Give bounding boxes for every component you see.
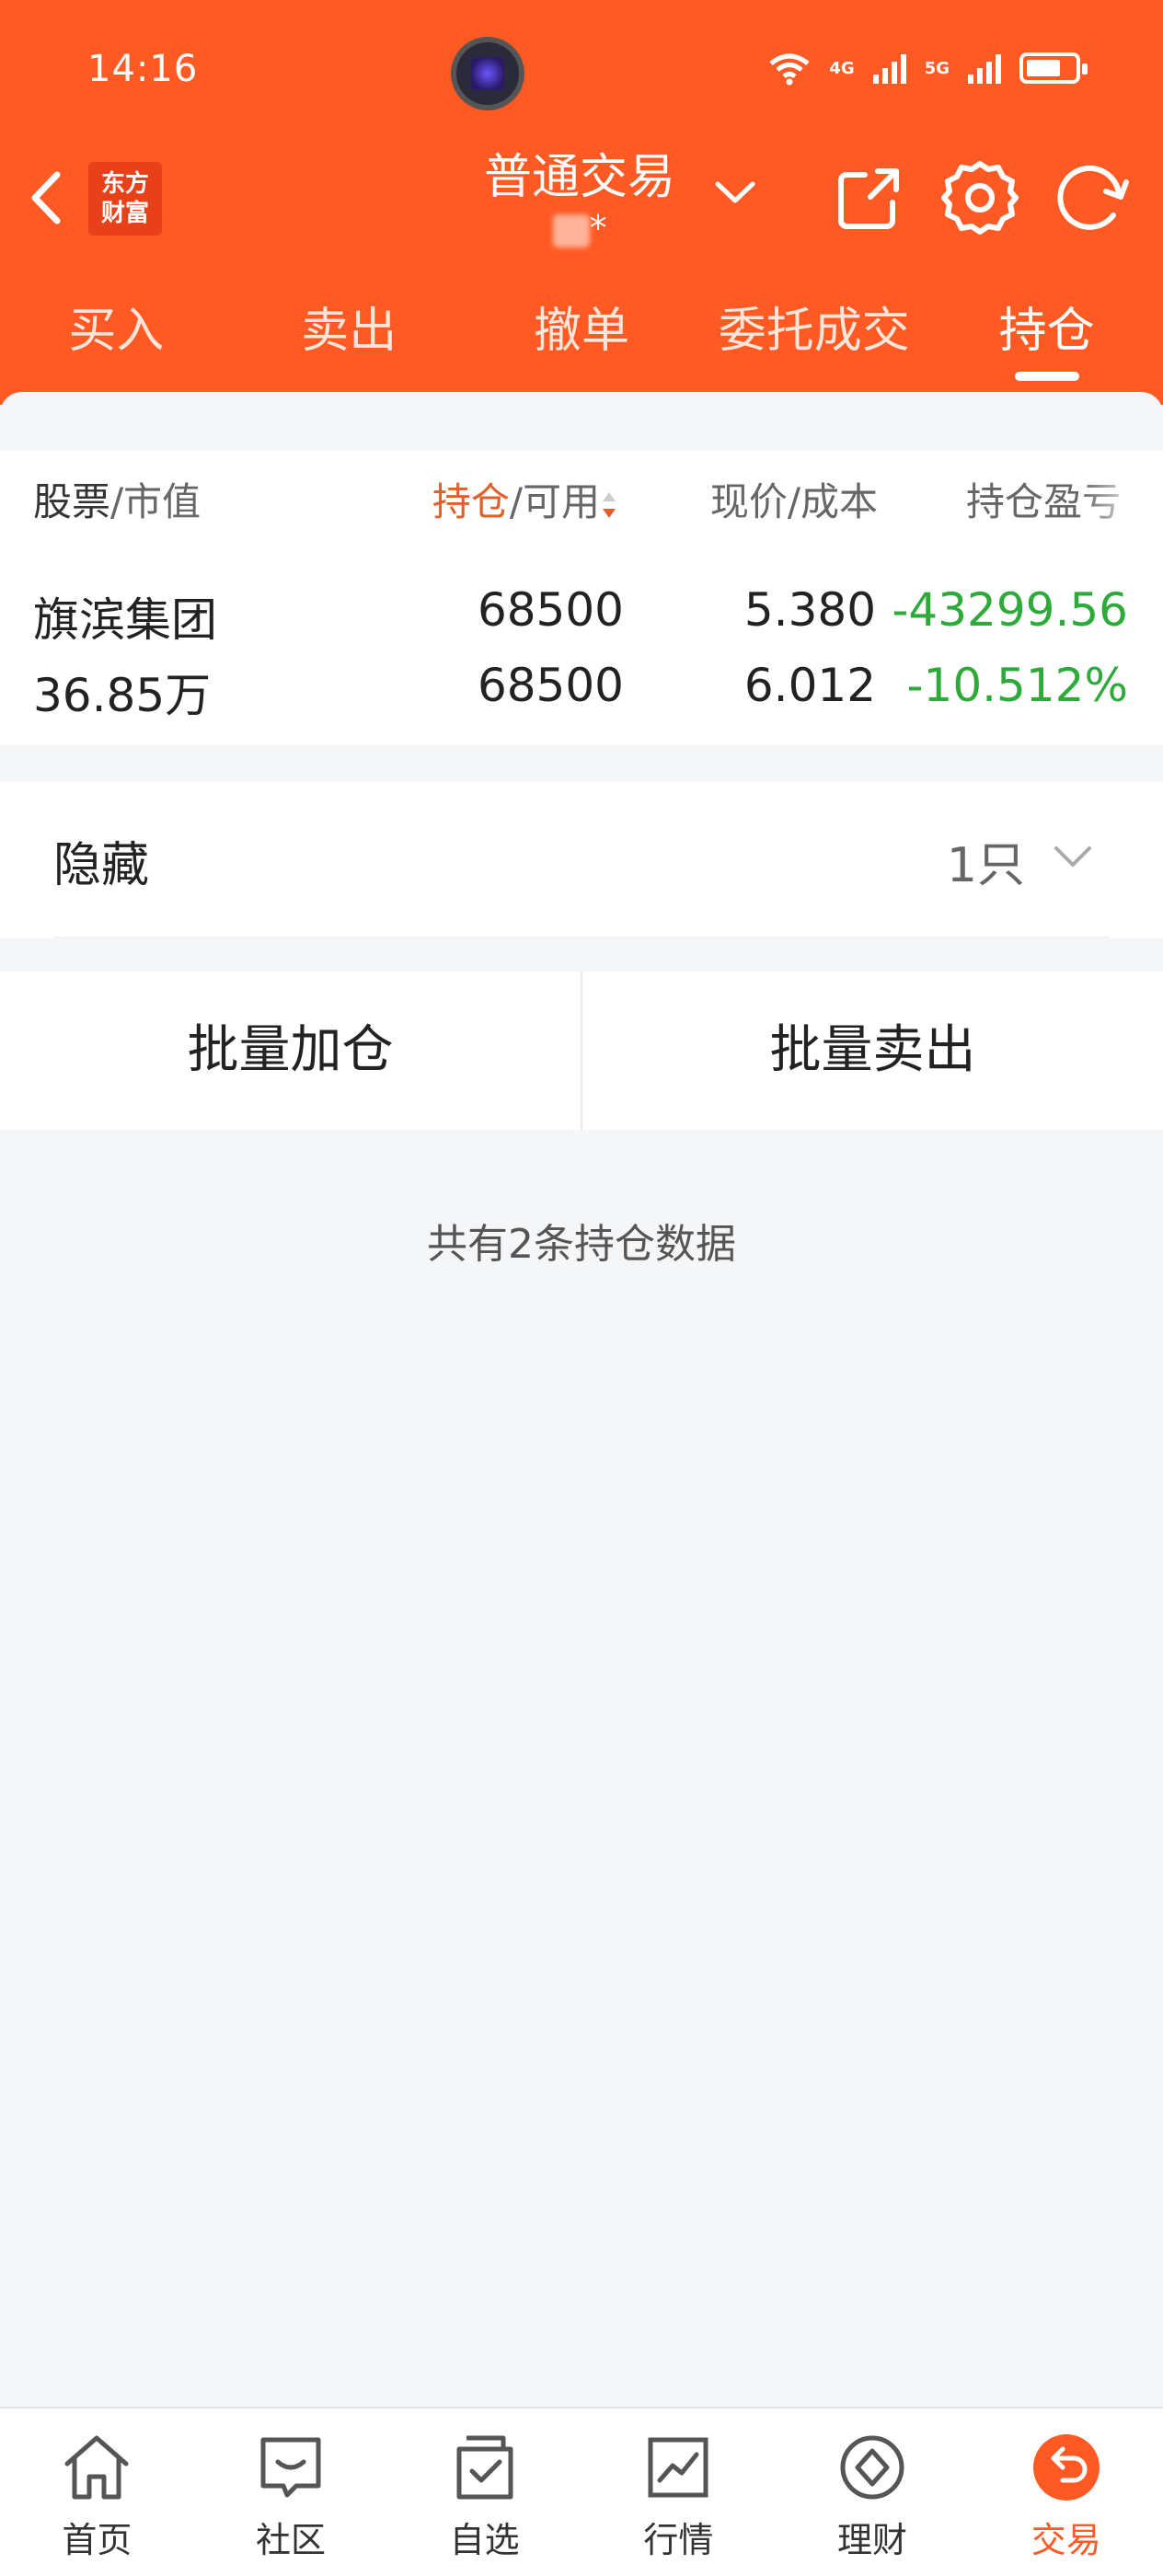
wealth-icon — [840, 2435, 904, 2500]
status-time: 14:16 — [87, 48, 199, 90]
header-market-value: /市值 — [110, 479, 202, 524]
nav-market-label: 行情 — [643, 2520, 714, 2560]
header-stock-name: 股票 — [33, 479, 111, 524]
nav-community[interactable]: 社区 — [194, 2409, 388, 2576]
camera-cutout — [451, 37, 524, 110]
tab-sell[interactable]: 卖出 — [233, 276, 466, 386]
holding-qty: 68500 — [477, 583, 624, 637]
refresh-icon[interactable] — [1049, 156, 1132, 239]
header-available-label: /可用 — [509, 479, 600, 524]
brand-logo: 东方 财富 — [88, 162, 162, 236]
back-arrow-icon[interactable] — [24, 166, 70, 230]
signal-5g-icon — [968, 52, 1001, 84]
account-subtitle: * — [423, 210, 736, 247]
batch-sell-button[interactable]: 批量卖出 — [582, 972, 1163, 1130]
nav-wealth-label: 理财 — [837, 2520, 908, 2560]
positions-table: 股票/市值 持仓/可用 现价/成本 持仓盈亏 旗滨集团 36.85万 68500… — [0, 451, 1163, 745]
current-price: 5.380 — [743, 583, 876, 637]
trade-tabs: 买入 卖出 撤单 委托成交 持仓 — [0, 276, 1163, 386]
trade-icon — [1032, 2434, 1100, 2501]
bottom-nav: 首页 社区 自选 行情 理财 交易 — [0, 2407, 1163, 2576]
status-icons: 4G 5G — [768, 51, 1088, 86]
chevron-down-icon — [1054, 846, 1091, 867]
batch-actions: 批量加仓 批量卖出 — [0, 972, 1163, 1130]
nav-watchlist-label: 自选 — [449, 2520, 520, 2560]
sort-icon — [603, 491, 616, 518]
header-price[interactable]: 现价/成本 — [710, 471, 878, 527]
header-holding-label: 持仓 — [432, 479, 510, 524]
main-content: 股票/市值 持仓/可用 现价/成本 持仓盈亏 旗滨集团 36.85万 68500… — [0, 392, 1163, 2407]
community-icon — [260, 2437, 321, 2498]
market-value: 36.85万 — [33, 669, 212, 722]
network-4g-label: 4G — [829, 58, 855, 78]
app-header: 14:16 4G 5G 东方 财富 普通交易 * 买入 卖出 撤单 委托成交 持… — [0, 0, 1163, 405]
nav-home-label: 首页 — [62, 2520, 132, 2560]
signal-4g-icon — [872, 52, 906, 84]
battery-icon — [1019, 52, 1088, 84]
nav-wealth[interactable]: 理财 — [776, 2409, 970, 2576]
nav-watchlist[interactable]: 自选 — [387, 2409, 582, 2576]
tab-orders[interactable]: 委托成交 — [697, 276, 930, 386]
hidden-positions-row[interactable]: 隐藏 1只 — [0, 782, 1163, 938]
pnl-amount: -43299.56 — [892, 583, 1128, 637]
hidden-label: 隐藏 — [53, 838, 150, 893]
cost-price: 6.012 — [743, 659, 876, 712]
status-bar: 14:16 4G 5G — [0, 0, 1163, 138]
hidden-count: 1只 — [946, 838, 1025, 893]
positions-summary: 共有2条持仓数据 — [427, 1221, 736, 1268]
nav-trade-label: 交易 — [1031, 2520, 1101, 2560]
nav-home[interactable]: 首页 — [0, 2409, 194, 2576]
network-5g-label: 5G — [924, 58, 950, 78]
market-icon — [648, 2437, 708, 2498]
stock-name: 旗滨集团 — [33, 593, 217, 647]
nav-community-label: 社区 — [256, 2520, 327, 2560]
share-icon[interactable] — [828, 156, 911, 239]
pnl-percent: -10.512% — [906, 659, 1128, 712]
account-switcher[interactable]: 普通交易 * — [423, 138, 736, 258]
header-holding[interactable]: 持仓/可用 — [432, 471, 618, 527]
home-icon — [64, 2435, 129, 2500]
watchlist-icon — [456, 2435, 513, 2500]
available-qty: 68500 — [477, 659, 624, 712]
masked-account — [552, 213, 590, 247]
batch-add-button[interactable]: 批量加仓 — [0, 972, 581, 1130]
account-suffix: * — [589, 208, 607, 248]
header-stock[interactable]: 股票/市值 — [33, 471, 201, 527]
tab-cancel[interactable]: 撤单 — [466, 276, 698, 386]
page-title: 普通交易 — [483, 150, 675, 205]
tab-buy[interactable]: 买入 — [0, 276, 233, 386]
tab-positions[interactable]: 持仓 — [930, 276, 1163, 386]
header-fade — [1080, 451, 1163, 543]
nav-trade[interactable]: 交易 — [969, 2409, 1163, 2576]
divider — [53, 937, 1110, 938]
gear-icon[interactable] — [938, 156, 1021, 239]
wifi-icon — [769, 53, 810, 86]
chevron-down-icon[interactable] — [712, 175, 758, 212]
nav-market[interactable]: 行情 — [582, 2409, 776, 2576]
navbar: 东方 财富 普通交易 * — [0, 138, 1163, 258]
